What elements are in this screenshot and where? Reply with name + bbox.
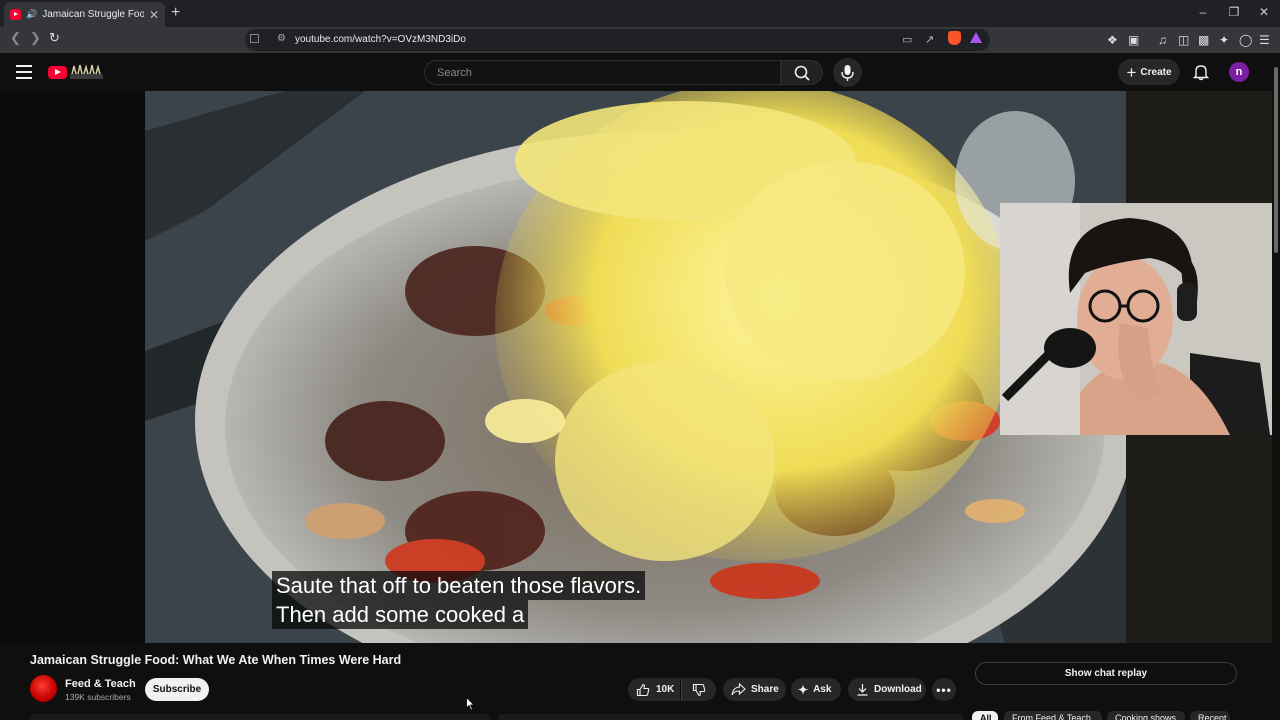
- search-icon: [794, 65, 810, 81]
- download-icon: [857, 684, 868, 696]
- chip-cooking-shows[interactable]: Cooking shows: [1107, 711, 1185, 720]
- search-input[interactable]: [425, 61, 780, 84]
- share-arrow-icon: [731, 683, 746, 696]
- subscriber-count: 139K subscribers: [65, 692, 131, 702]
- show-chat-replay-button[interactable]: Show chat replay: [975, 662, 1237, 685]
- youtube-doodle-icon[interactable]: [70, 63, 103, 79]
- comments-preview[interactable]: [498, 714, 963, 720]
- ask-label: Ask: [813, 684, 832, 695]
- browser-tab[interactable]: 🔊 Jamaican Struggle Food: Wha ✕: [4, 2, 165, 27]
- description-box[interactable]: [30, 714, 490, 720]
- restore-icon[interactable]: ❐: [1226, 5, 1242, 19]
- reload-icon[interactable]: ↻: [49, 30, 60, 46]
- wallet-icon[interactable]: ▩: [1198, 33, 1209, 47]
- browser-menu-icon[interactable]: ☰: [1259, 33, 1270, 47]
- ask-button[interactable]: ✦ Ask: [791, 678, 841, 701]
- scrollbar-thumb[interactable]: [1274, 67, 1278, 253]
- screenshot-icon[interactable]: ▣: [1128, 33, 1139, 47]
- chip-all[interactable]: All: [972, 711, 998, 720]
- microphone-icon: [841, 65, 854, 81]
- thumbs-down-icon: [692, 683, 706, 696]
- cast-icon[interactable]: ▭: [902, 33, 912, 46]
- new-tab-icon[interactable]: +: [171, 4, 180, 22]
- video-frame-image: [145, 91, 1126, 643]
- notifications-bell-icon[interactable]: [1192, 63, 1210, 81]
- share-label: Share: [751, 684, 779, 695]
- close-window-icon[interactable]: ✕: [1256, 5, 1272, 19]
- tab-title: Jamaican Struggle Food: Wha: [42, 9, 144, 20]
- plus-icon: +: [1126, 62, 1137, 82]
- browser-tab-strip: 🔊 Jamaican Struggle Food: Wha ✕ + – ❐ ✕: [0, 0, 1280, 27]
- share-page-icon[interactable]: ↗: [925, 33, 934, 46]
- webcam-overlay-image: [1000, 203, 1280, 435]
- youtube-masthead: + Create n: [0, 53, 1280, 91]
- download-button[interactable]: Download: [848, 678, 926, 701]
- speaker-icon[interactable]: 🔊: [26, 9, 37, 20]
- thumbs-up-icon: [636, 683, 650, 696]
- caption-line-1: Saute that off to beaten those flavors.: [272, 571, 646, 600]
- caption-line-2: Then add some cooked a: [272, 600, 529, 629]
- like-count: 10K: [656, 684, 675, 695]
- channel-name[interactable]: Feed & Teach: [65, 678, 136, 690]
- search-button[interactable]: [780, 60, 823, 85]
- voice-search-button[interactable]: [833, 58, 862, 87]
- more-actions-icon[interactable]: •••: [932, 678, 956, 701]
- subscribe-button[interactable]: Subscribe: [145, 678, 209, 701]
- mouse-cursor-icon: [466, 697, 475, 711]
- vpn-icon[interactable]: ◯: [1239, 33, 1252, 47]
- guide-menu-icon[interactable]: [16, 65, 32, 79]
- closed-caption: Saute that off to beaten those flavors. …: [272, 571, 646, 629]
- brave-rewards-icon[interactable]: [970, 32, 982, 43]
- search-field[interactable]: [424, 60, 781, 85]
- account-avatar[interactable]: n: [1229, 62, 1249, 82]
- back-icon[interactable]: ❮: [10, 30, 21, 46]
- create-label: Create: [1140, 66, 1172, 78]
- channel-avatar[interactable]: [30, 675, 57, 702]
- media-icon[interactable]: ♫: [1158, 33, 1167, 47]
- leo-ai-icon[interactable]: ✦: [1219, 33, 1229, 47]
- close-tab-icon[interactable]: ✕: [149, 8, 159, 22]
- dislike-button[interactable]: [681, 678, 716, 701]
- create-button[interactable]: + Create: [1118, 59, 1180, 85]
- minimize-icon[interactable]: –: [1195, 5, 1211, 19]
- video-player[interactable]: Saute that off to beaten those flavors. …: [145, 91, 1126, 643]
- site-settings-icon[interactable]: ⚙: [277, 33, 286, 44]
- player-letterbox-left: [0, 91, 145, 643]
- like-button[interactable]: 10K: [628, 678, 680, 701]
- share-button[interactable]: Share: [723, 678, 786, 701]
- address-bar[interactable]: ☐ ⚙ youtube.com/watch?v=OVzM3ND3iDo ▭ ↗: [245, 29, 990, 51]
- forward-icon[interactable]: ❯: [30, 30, 41, 46]
- sidebar-icon[interactable]: ◫: [1178, 33, 1189, 47]
- brave-shields-icon[interactable]: [948, 31, 961, 45]
- url-text[interactable]: youtube.com/watch?v=OVzM3ND3iDo: [295, 34, 466, 45]
- download-label: Download: [874, 684, 922, 695]
- chip-from-channel[interactable]: From Feed & Teach: [1004, 711, 1102, 720]
- youtube-logo-icon[interactable]: [48, 66, 67, 79]
- youtube-favicon-icon: [10, 9, 21, 20]
- video-title: Jamaican Struggle Food: What We Ate When…: [30, 653, 402, 667]
- page-scrollbar[interactable]: [1272, 53, 1280, 720]
- sparkle-icon: ✦: [798, 682, 809, 697]
- chip-recent[interactable]: Recent: [1190, 711, 1230, 720]
- browser-toolbar: ❮ ❯ ↻ ☐ ⚙ youtube.com/watch?v=OVzM3ND3iD…: [0, 27, 1280, 53]
- extensions-icon[interactable]: ❖: [1107, 33, 1118, 47]
- bookmark-icon[interactable]: ☐: [249, 32, 260, 46]
